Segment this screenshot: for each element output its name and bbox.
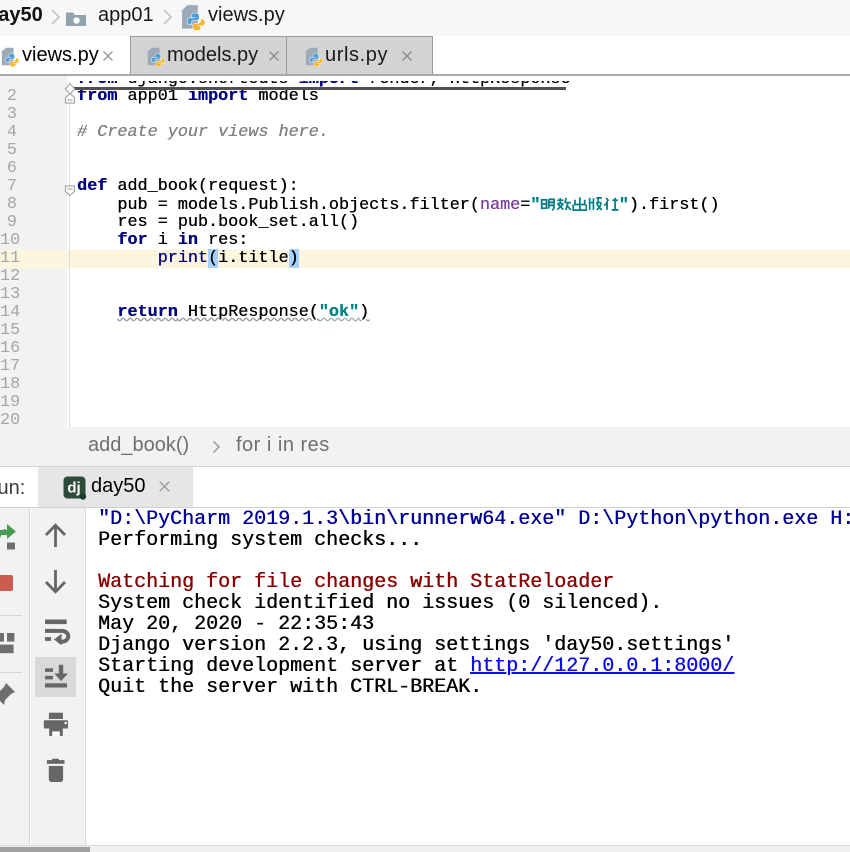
svg-text:dj: dj [67,480,80,497]
